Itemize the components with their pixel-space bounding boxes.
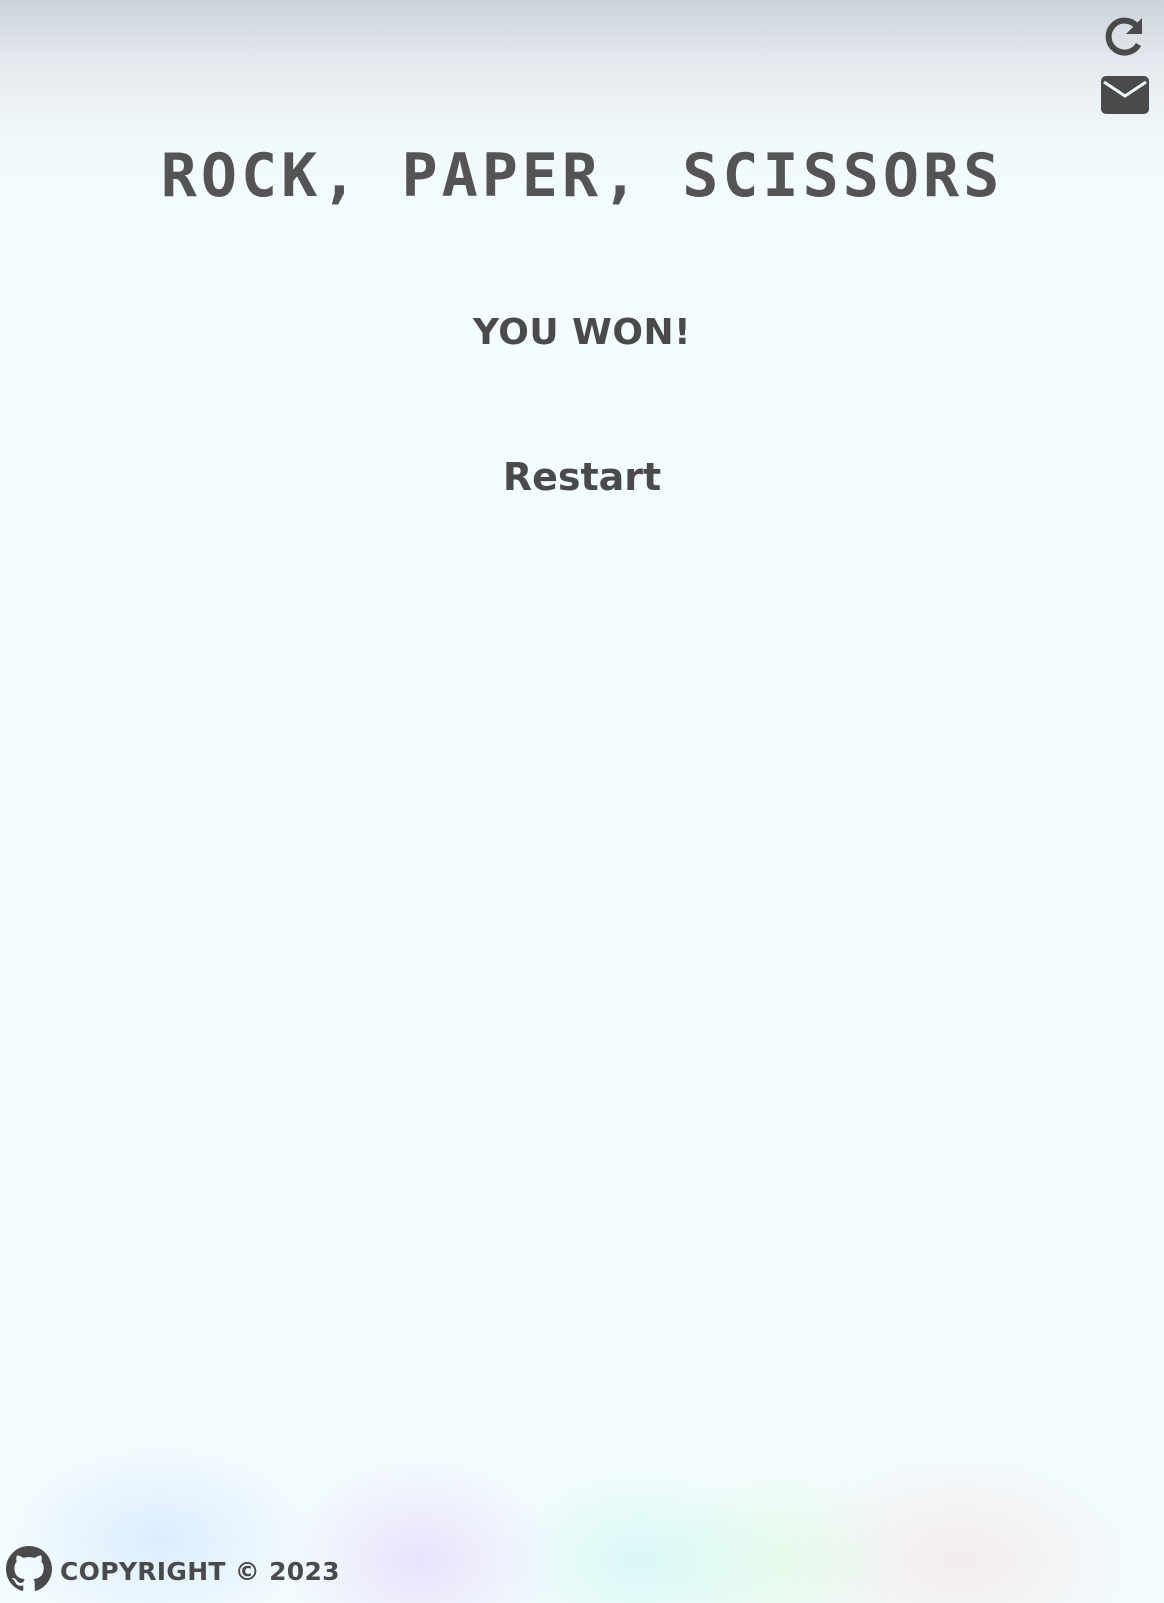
result-message: YOU WON! xyxy=(472,312,691,353)
refresh-icon[interactable] xyxy=(1102,14,1148,65)
game-title: ROCK, PAPER, SCISSORS xyxy=(160,141,1004,211)
mail-icon[interactable] xyxy=(1100,75,1150,120)
copyright-text: COPYRIGHT © 2023 xyxy=(60,1557,340,1586)
footer: COPYRIGHT © 2023 xyxy=(6,1546,340,1597)
top-toolbar xyxy=(1100,14,1150,120)
restart-button[interactable]: Restart xyxy=(503,455,661,499)
github-icon[interactable] xyxy=(6,1546,52,1597)
